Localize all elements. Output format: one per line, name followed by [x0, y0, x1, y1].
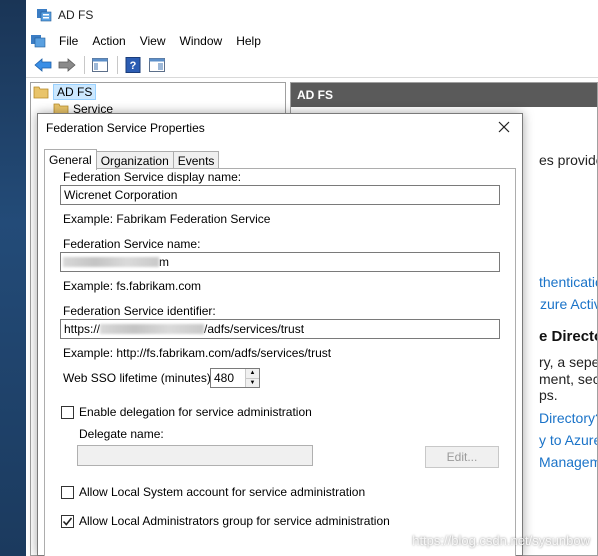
forward-button[interactable] — [56, 54, 78, 76]
tab-strip: General Organization Events — [44, 149, 220, 170]
toolbar: ? — [26, 52, 598, 78]
overview-link[interactable]: Directory? — [539, 410, 597, 426]
menu-action[interactable]: Action — [85, 34, 132, 48]
overview-text: ment, securit — [539, 371, 598, 387]
results-pane-header: AD FS — [291, 83, 597, 107]
sso-lifetime-label: Web SSO lifetime (minutes): — [63, 371, 215, 385]
menu-window[interactable]: Window — [173, 34, 230, 48]
local-system-label: Allow Local System account for service a… — [79, 485, 366, 499]
show-hide-action-pane-button[interactable] — [146, 54, 168, 76]
watermark: https://blog.csdn.net/sysunbow — [412, 533, 590, 548]
identifier-input[interactable]: https:// /adfs/services/trust — [60, 319, 500, 339]
overview-text: ps. — [539, 387, 558, 403]
toolbar-separator — [117, 55, 118, 74]
action-pane-icon — [149, 57, 165, 72]
section-heading: e Directory — [539, 328, 597, 345]
back-button[interactable] — [32, 54, 54, 76]
spin-up-icon[interactable]: ▲ — [246, 369, 259, 379]
local-admins-label: Allow Local Administrators group for ser… — [79, 514, 390, 528]
delegate-name-label: Delegate name: — [79, 427, 164, 441]
local-system-checkbox[interactable] — [61, 486, 74, 499]
sso-lifetime-spinner[interactable]: 480 ▲ ▼ — [210, 368, 260, 388]
delegate-name-input — [77, 445, 313, 466]
menu-help[interactable]: Help — [229, 34, 268, 48]
overview-link[interactable]: Management — [539, 454, 597, 470]
service-name-input[interactable]: m — [60, 252, 500, 272]
edit-button: Edit... — [425, 446, 499, 468]
redacted-text — [100, 324, 205, 334]
back-arrow-icon — [34, 57, 52, 72]
display-name-label: Federation Service display name: — [63, 170, 242, 184]
identifier-prefix: https:// — [64, 322, 101, 336]
display-name-input[interactable]: Wicrenet Corporation — [60, 185, 500, 205]
overview-text: es provides s — [539, 152, 597, 168]
overview-text: ry, a seperate — [539, 354, 598, 370]
tab-general[interactable]: General — [44, 149, 97, 170]
menu-view[interactable]: View — [133, 34, 173, 48]
tree-root-label: AD FS — [53, 84, 97, 100]
dialog-title: Federation Service Properties — [46, 121, 205, 135]
svg-text:?: ? — [130, 60, 137, 72]
tree-root-item[interactable]: AD FS — [31, 83, 285, 101]
service-name-suffix: m — [159, 255, 169, 269]
service-name-example: Example: fs.fabrikam.com — [63, 279, 202, 293]
display-name-example: Example: Fabrikam Federation Service — [63, 212, 271, 226]
toolbar-separator — [84, 55, 85, 74]
show-hide-tree-button[interactable] — [89, 54, 111, 76]
spin-down-icon[interactable]: ▼ — [246, 378, 259, 387]
checkmark-icon — [62, 517, 73, 526]
adfs-menu-icon[interactable] — [30, 33, 46, 49]
adfs-app-icon — [37, 9, 52, 22]
overview-link[interactable]: y to Azure Act — [539, 432, 597, 448]
local-admins-checkbox[interactable] — [61, 515, 74, 528]
federation-service-properties-dialog: Federation Service Properties General Or… — [37, 113, 523, 556]
general-tab-panel: Federation Service display name: Wicrene… — [44, 168, 516, 556]
help-button[interactable]: ? — [122, 54, 144, 76]
menu-file[interactable]: File — [52, 34, 85, 48]
menu-bar: File Action View Window Help — [26, 30, 598, 52]
identifier-suffix: /adfs/services/trust — [204, 322, 305, 336]
service-name-label: Federation Service name: — [63, 237, 201, 251]
forward-arrow-icon — [58, 57, 76, 72]
close-icon[interactable] — [496, 119, 512, 135]
sso-lifetime-value: 480 — [214, 371, 235, 385]
delegation-checkbox[interactable] — [61, 406, 74, 419]
delegation-label: Enable delegation for service administra… — [79, 405, 312, 419]
overview-link[interactable]: thentication w — [539, 274, 597, 290]
console-tree-icon — [92, 57, 108, 72]
redacted-text — [63, 257, 159, 267]
help-icon: ? — [125, 56, 141, 73]
overview-link[interactable]: zure Active D — [540, 296, 597, 312]
identifier-example: Example: http://fs.fabrikam.com/adfs/ser… — [63, 346, 332, 360]
identifier-label: Federation Service identifier: — [63, 304, 216, 318]
title-bar: AD FS — [26, 0, 598, 30]
folder-icon — [33, 86, 49, 99]
dialog-title-bar: Federation Service Properties — [38, 114, 522, 142]
window-title: AD FS — [58, 8, 94, 22]
